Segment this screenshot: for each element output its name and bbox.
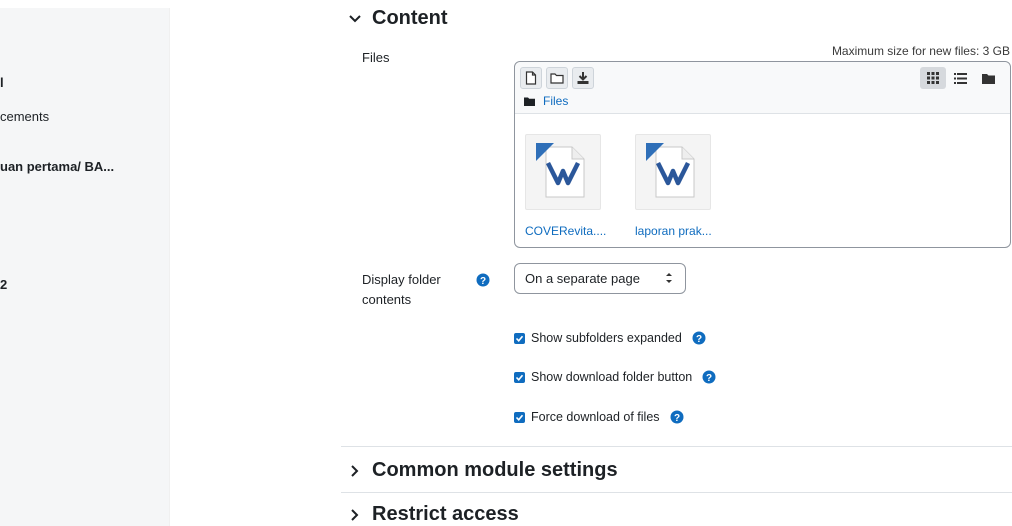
label-line: Display folder (362, 272, 441, 287)
folder-icon (524, 97, 535, 106)
file-item[interactable]: COVERevita.... (525, 134, 615, 238)
checkbox-label: Show subfolders expanded (531, 331, 682, 345)
section-title: Restrict access (372, 503, 519, 525)
help-icon[interactable]: ? (702, 370, 716, 384)
download-icon (577, 72, 589, 84)
section-divider (341, 492, 1012, 493)
tree-view-icon (981, 73, 995, 84)
svg-text:?: ? (480, 276, 486, 287)
list-view-button[interactable] (947, 67, 973, 89)
help-icon[interactable]: ? (670, 410, 684, 424)
list-view-icon (953, 72, 967, 84)
chevron-right-icon (351, 508, 359, 521)
checkbox[interactable] (514, 332, 525, 344)
section-header-content[interactable]: Content (348, 7, 448, 30)
section-header-common-module-settings[interactable]: Common module settings (348, 459, 618, 482)
file-name[interactable]: laporan prak... (635, 224, 725, 238)
file-manager-toolbar: Files (515, 62, 1010, 114)
show-subfolders-expanded-checkbox[interactable]: Show subfolders expanded ? (514, 331, 706, 345)
label-line: contents (362, 292, 412, 307)
section-title: Content (372, 7, 448, 29)
course-index-item-label: 2 (0, 277, 8, 292)
breadcrumb: Files (524, 94, 568, 108)
section-header-restrict-access[interactable]: Restrict access (348, 503, 519, 526)
chevron-right-icon (351, 464, 359, 477)
force-download-checkbox[interactable]: Force download of files ? (514, 410, 684, 424)
tree-view-button[interactable] (975, 67, 1001, 89)
create-folder-button[interactable] (546, 67, 568, 89)
display-folder-contents-select[interactable]: On a separate page (514, 263, 686, 294)
show-download-folder-button-checkbox[interactable]: Show download folder button ? (514, 370, 716, 384)
section-title: Common module settings (372, 459, 618, 481)
course-index-item-label: cements (0, 109, 50, 124)
word-document-icon (635, 134, 711, 210)
file-item[interactable]: laporan prak... (635, 134, 725, 238)
file-name[interactable]: COVERevita.... (525, 224, 615, 238)
select-value: On a separate page (525, 271, 640, 286)
checkbox[interactable] (514, 371, 525, 383)
help-icon[interactable]: ? (692, 331, 706, 345)
display-folder-contents-label: Display folder contents (362, 270, 441, 310)
checkmark-icon (515, 335, 524, 342)
grid-view-button[interactable] (920, 67, 946, 89)
checkbox[interactable] (514, 411, 525, 423)
add-file-icon (525, 71, 537, 85)
breadcrumb-files-link[interactable]: Files (543, 94, 568, 108)
course-index-item-label: l (0, 75, 4, 90)
chevron-down-icon (349, 14, 361, 22)
section-divider (341, 446, 1012, 447)
file-manager: Files COVERevita.... laporan prak... (514, 61, 1011, 248)
course-index-item[interactable]: l (0, 75, 4, 90)
files-label: Files (362, 50, 390, 65)
word-document-icon (525, 134, 601, 210)
add-file-button[interactable] (520, 67, 542, 89)
svg-text:?: ? (706, 373, 712, 384)
help-icon[interactable]: ? (476, 273, 490, 287)
checkbox-label: Force download of files (531, 410, 660, 424)
svg-text:?: ? (696, 334, 702, 345)
create-folder-icon (550, 73, 564, 84)
max-size-text: Maximum size for new files: 3 GB (831, 44, 1010, 58)
svg-text:?: ? (673, 413, 679, 424)
checkmark-icon (515, 374, 524, 381)
course-index-item[interactable]: uan pertama/ BA... (0, 159, 114, 174)
checkmark-icon (515, 414, 524, 421)
download-all-button[interactable] (572, 67, 594, 89)
checkbox-label: Show download folder button (531, 370, 693, 384)
select-arrows-icon (666, 273, 672, 283)
course-index-drawer: l cements uan pertama/ BA... 2 (0, 8, 170, 526)
grid-view-icon (927, 72, 939, 84)
course-index-item[interactable]: 2 (0, 277, 7, 292)
course-index-item[interactable]: cements (0, 109, 49, 124)
course-index-item-label: uan pertama/ BA... (0, 159, 115, 174)
